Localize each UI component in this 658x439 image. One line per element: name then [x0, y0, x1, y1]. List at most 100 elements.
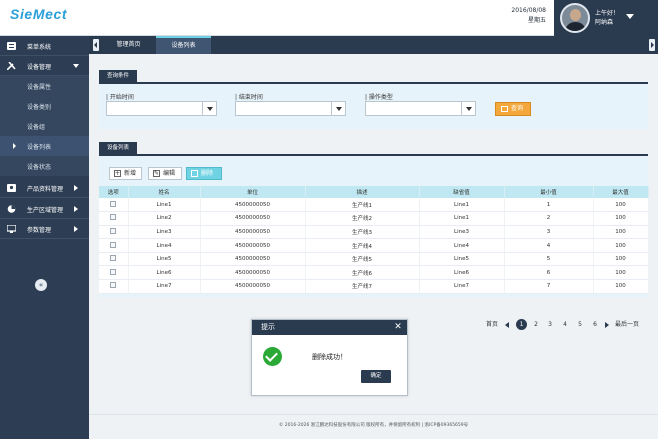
- cell-unit: 4500000050: [200, 238, 306, 253]
- cell-unit: 4500000050: [200, 198, 306, 213]
- column-header[interactable]: 描述: [305, 186, 420, 198]
- user-greeting: 上午好！ 阿纳森: [595, 9, 619, 27]
- tab-home[interactable]: 管理首页: [101, 36, 156, 54]
- chevron-down-icon[interactable]: [626, 14, 634, 19]
- row-checkbox[interactable]: [110, 282, 117, 289]
- chevron-down-icon: [73, 64, 79, 68]
- start-time-label: | 开始时间: [106, 94, 134, 101]
- confirm-button[interactable]: 确定: [361, 370, 391, 383]
- column-header[interactable]: 最大值: [593, 186, 649, 198]
- search-button[interactable]: 查询: [495, 102, 531, 116]
- chevron-right-icon: [74, 226, 78, 232]
- cell-name: Line3: [128, 225, 201, 240]
- row-checkbox[interactable]: [110, 214, 117, 221]
- delete-button[interactable]: 删除: [186, 167, 222, 180]
- device-list-panel: 设备列表 + 新增 ✎ 编辑 删除 选项 姓名 单位 描述 缺省值 最小值 最大…: [99, 142, 649, 297]
- page-4[interactable]: 4: [561, 319, 569, 331]
- table-row[interactable]: Line5 4500000050 生产线5 Line5 5 100: [99, 252, 649, 267]
- cell-description: 生产线2: [305, 211, 420, 226]
- column-header[interactable]: 姓名: [128, 186, 201, 198]
- sidebar-item-device-group[interactable]: 设备组: [0, 116, 89, 136]
- cell-name: Line4: [128, 238, 201, 253]
- sidebar-item-menu-system[interactable]: 菜单系统: [0, 36, 89, 56]
- trash-icon: [191, 170, 198, 177]
- cell-name: Line1: [128, 198, 201, 213]
- table-row[interactable]: Line6 4500000050 生产线6 Line6 6 100: [99, 265, 649, 281]
- page-2[interactable]: 2: [532, 319, 540, 331]
- row-checkbox[interactable]: [110, 268, 117, 275]
- dialog-title: 提示: [261, 323, 275, 331]
- sidebar-item-production-area[interactable]: 生产区域管理: [0, 199, 89, 219]
- device-table: 选项 姓名 单位 描述 缺省值 最小值 最大值 Line1 4500000050 生…: [99, 186, 649, 294]
- menu-icon: [7, 42, 16, 50]
- next-page-icon[interactable]: [605, 322, 609, 328]
- sidebar-item-label: 设备组: [27, 124, 46, 131]
- row-checkbox[interactable]: [110, 227, 117, 234]
- cell-max: 100: [593, 252, 649, 267]
- date-text: 2016/08/08: [511, 7, 546, 14]
- first-page-link[interactable]: 首页: [486, 319, 498, 331]
- column-header[interactable]: 最小值: [504, 186, 594, 198]
- page-1[interactable]: 1: [516, 319, 527, 330]
- cell-name: Line5: [128, 252, 201, 267]
- table-row[interactable]: Line2 4500000050 生产线2 Line1 2 100: [99, 211, 649, 226]
- page-3[interactable]: 3: [546, 319, 554, 331]
- sidebar-item-device-list[interactable]: 设备列表: [0, 136, 89, 156]
- sidebar-item-device-category[interactable]: 设备类别: [0, 96, 89, 116]
- page-5[interactable]: 5: [576, 319, 584, 331]
- add-button[interactable]: + 新增: [109, 167, 142, 180]
- start-time-select[interactable]: [106, 101, 217, 116]
- sidebar-item-label: 设备列表: [27, 144, 52, 151]
- sidebar-item-product-data[interactable]: 产品资料管理: [0, 178, 89, 198]
- footer: © 2016-2026 浙江鹏达科技股份有限公司 版权所有，并保留所有权利 | …: [89, 414, 658, 439]
- operation-type-label: | 操作类型: [365, 94, 393, 101]
- sidebar: 菜单系统 设备管理 设备属性 设备类别 设备组 设备列表 设备状态 产品资料管理: [0, 36, 89, 439]
- avatar[interactable]: [560, 3, 590, 33]
- user-menu[interactable]: 上午好！ 阿纳森: [554, 0, 658, 36]
- last-page-link[interactable]: 最后一页: [615, 319, 639, 331]
- tab-scroll-left-icon[interactable]: [93, 39, 99, 51]
- row-checkbox[interactable]: [110, 200, 117, 207]
- sidebar-item-parameters[interactable]: 参数管理: [0, 219, 89, 239]
- table-row[interactable]: Line4 4500000050 生产线4 Line4 4 100: [99, 238, 649, 253]
- cell-name: Line7: [128, 279, 201, 294]
- query-panel: 查询条件 | 开始时间 | 结束时间 | 操作类型 查询: [99, 70, 648, 129]
- sidebar-item-device-attributes[interactable]: 设备属性: [0, 76, 89, 96]
- chevron-down-icon[interactable]: [461, 102, 475, 115]
- chevron-down-icon[interactable]: [331, 102, 345, 115]
- row-checkbox[interactable]: [110, 255, 117, 262]
- sidebar-item-device-status[interactable]: 设备状态: [0, 156, 89, 176]
- column-header[interactable]: 选项: [99, 186, 129, 198]
- cell-default: Line6: [419, 265, 505, 281]
- logo: SieMect: [10, 6, 68, 22]
- sidebar-item-device-management[interactable]: 设备管理: [0, 56, 89, 76]
- chevron-down-icon[interactable]: [202, 102, 216, 115]
- dialog-message: 删除成功！: [312, 353, 347, 361]
- cell-description: 生产线7: [305, 279, 420, 294]
- page-6[interactable]: 6: [591, 319, 599, 331]
- cell-min: 7: [504, 279, 594, 294]
- table-row[interactable]: Line1 4500000050 生产线1 Line1 1 100: [99, 198, 649, 213]
- column-header[interactable]: 单位: [200, 186, 306, 198]
- row-checkbox[interactable]: [110, 241, 117, 248]
- operation-type-select[interactable]: [365, 101, 476, 116]
- check-circle-icon: [263, 347, 282, 366]
- tab-scroll-right-icon[interactable]: [649, 39, 655, 51]
- cell-name: Line2: [128, 211, 201, 226]
- cell-unit: 4500000050: [200, 279, 306, 294]
- sidebar-item-label: 设备状态: [27, 164, 52, 171]
- cell-min: 2: [504, 211, 594, 226]
- table-row[interactable]: Line7 4500000050 生产线7 Line7 7 100: [99, 279, 649, 294]
- edit-button[interactable]: ✎ 编辑: [148, 167, 182, 180]
- search-button-label: 查询: [511, 105, 524, 112]
- collapse-sidebar-button[interactable]: «: [35, 279, 47, 291]
- end-time-select[interactable]: [235, 101, 346, 116]
- tab-device-list[interactable]: 设备列表: [156, 36, 211, 54]
- pie-chart-icon: [7, 205, 16, 213]
- table-row[interactable]: Line3 4500000050 生产线3 Line3 3 100: [99, 225, 649, 240]
- cell-min: 6: [504, 265, 594, 281]
- delete-button-label: 删除: [201, 170, 214, 177]
- column-header[interactable]: 缺省值: [419, 186, 505, 198]
- close-icon[interactable]: ✕: [393, 322, 403, 332]
- prev-page-icon[interactable]: [505, 322, 509, 328]
